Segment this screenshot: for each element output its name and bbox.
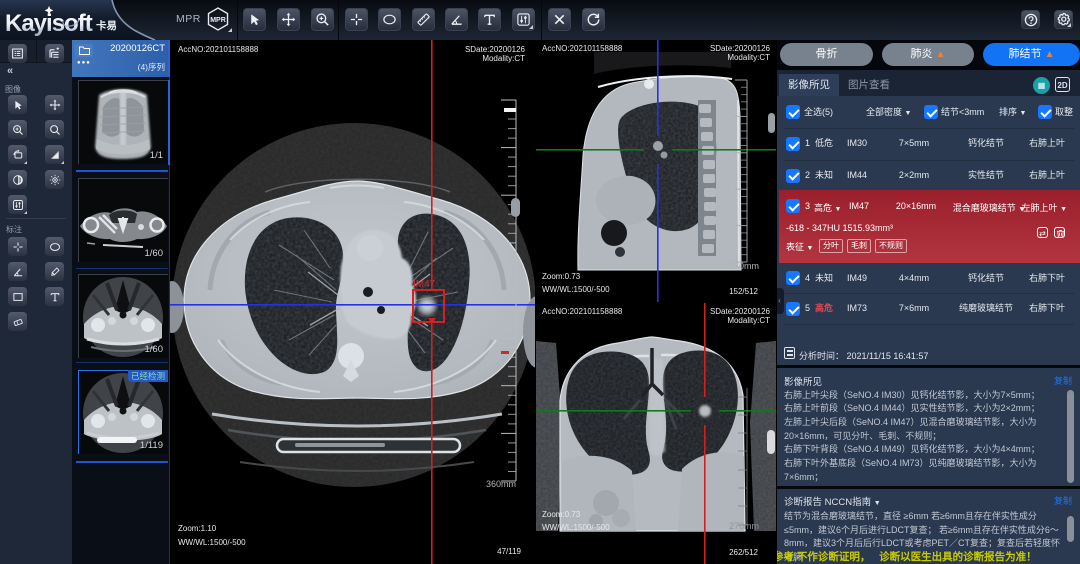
svg-text:270mm: 270mm [729,521,759,531]
svg-text:360mm: 360mm [486,479,516,489]
svg-text:MPR: MPR [210,17,226,24]
svg-text:卡易: 卡易 [96,19,117,32]
svg-text:270mm: 270mm [729,261,759,271]
svg-text:IM47: IM47 [413,279,436,290]
